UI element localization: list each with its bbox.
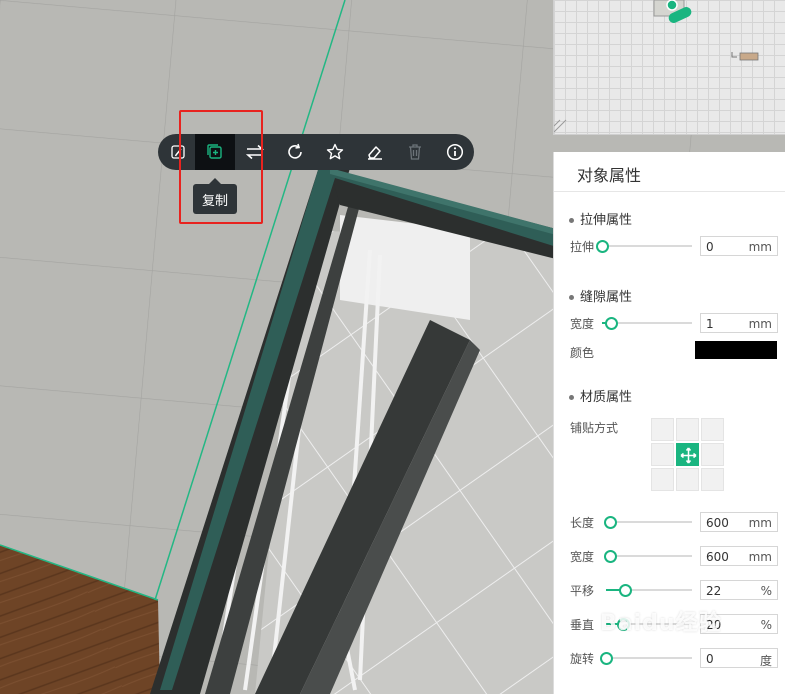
trash-icon [409,144,421,160]
slider-knob[interactable] [596,240,609,253]
info-icon [446,143,464,161]
rotate-slider[interactable] [600,652,692,665]
offset-input[interactable]: 22 % [700,580,778,600]
rotate-input[interactable]: 0 度 [700,648,778,668]
offset-slider[interactable] [606,584,692,597]
stretch-input[interactable]: 0 mm [700,236,778,256]
tiling-label: 铺贴方式 [570,421,619,435]
info-button[interactable] [435,134,475,170]
section-gap-heading: 缝隙属性 [569,286,632,305]
watermark-url: jingyan.baidu.com [612,668,714,681]
slider-knob[interactable] [618,584,632,597]
tiling-option[interactable] [651,443,674,466]
gap-width-input[interactable]: 1 mm [700,313,778,333]
minimap-drawing [553,0,759,133]
input-unit: mm [748,240,772,254]
rotate-button[interactable] [275,134,315,170]
input-value: 22 [706,584,722,598]
input-unit: % [760,618,772,632]
slider-knob[interactable] [604,550,618,563]
gap-width-slider[interactable] [602,317,692,330]
gap-width-label: 宽度 [570,317,595,331]
eraser-icon [368,146,382,160]
baidu-watermark: Baidu经验 [600,611,722,636]
tiling-option[interactable] [651,418,674,441]
vertical-label: 垂直 [570,618,595,632]
tiling-option[interactable] [676,468,699,491]
section-material-heading: 材质属性 [569,386,632,405]
erase-button[interactable] [355,134,395,170]
length-input[interactable]: 600 mm [700,512,778,532]
move-arrows-icon [680,447,697,464]
rotate-icon [288,143,302,159]
panel-title: 对象属性 [577,166,642,185]
rotate-label: 旋转 [570,652,595,666]
stretch-label: 拉伸 [570,240,595,254]
material-width-input[interactable]: 600 mm [700,546,778,566]
input-unit: mm [748,516,772,530]
input-unit: mm [748,317,772,331]
floorplan-minimap[interactable] [553,0,785,135]
section-stretch-heading: 拉伸属性 [569,209,632,228]
tiling-option[interactable] [701,468,724,491]
tiling-option[interactable] [701,443,724,466]
input-value: 600 [706,550,729,564]
slider-knob[interactable] [605,317,618,330]
input-value: 1 [706,317,714,331]
star-icon [326,143,344,160]
favorite-button[interactable] [315,134,355,170]
input-unit: % [760,584,772,598]
material-width-label: 宽度 [570,550,595,564]
divider [554,191,785,192]
length-label: 长度 [570,516,595,530]
material-width-slider[interactable] [604,550,692,563]
input-value: 0 [706,652,714,666]
offset-label: 平移 [570,584,595,598]
delete-button[interactable] [395,134,435,170]
input-unit: 度 [759,654,772,668]
input-value: 0 [706,240,714,254]
tiling-option[interactable] [701,418,724,441]
input-unit: mm [748,550,772,564]
gap-color-swatch[interactable] [695,341,777,359]
length-slider[interactable] [604,516,692,529]
input-value: 600 [706,516,729,530]
slider-knob[interactable] [604,516,618,529]
gap-color-label: 颜色 [570,346,595,360]
tiling-option[interactable] [676,418,699,441]
annotation-highlight-box [179,110,263,224]
slider-knob[interactable] [600,652,613,665]
tiling-option-center[interactable] [676,443,699,466]
tiling-option[interactable] [651,468,674,491]
stretch-slider[interactable] [596,240,692,253]
